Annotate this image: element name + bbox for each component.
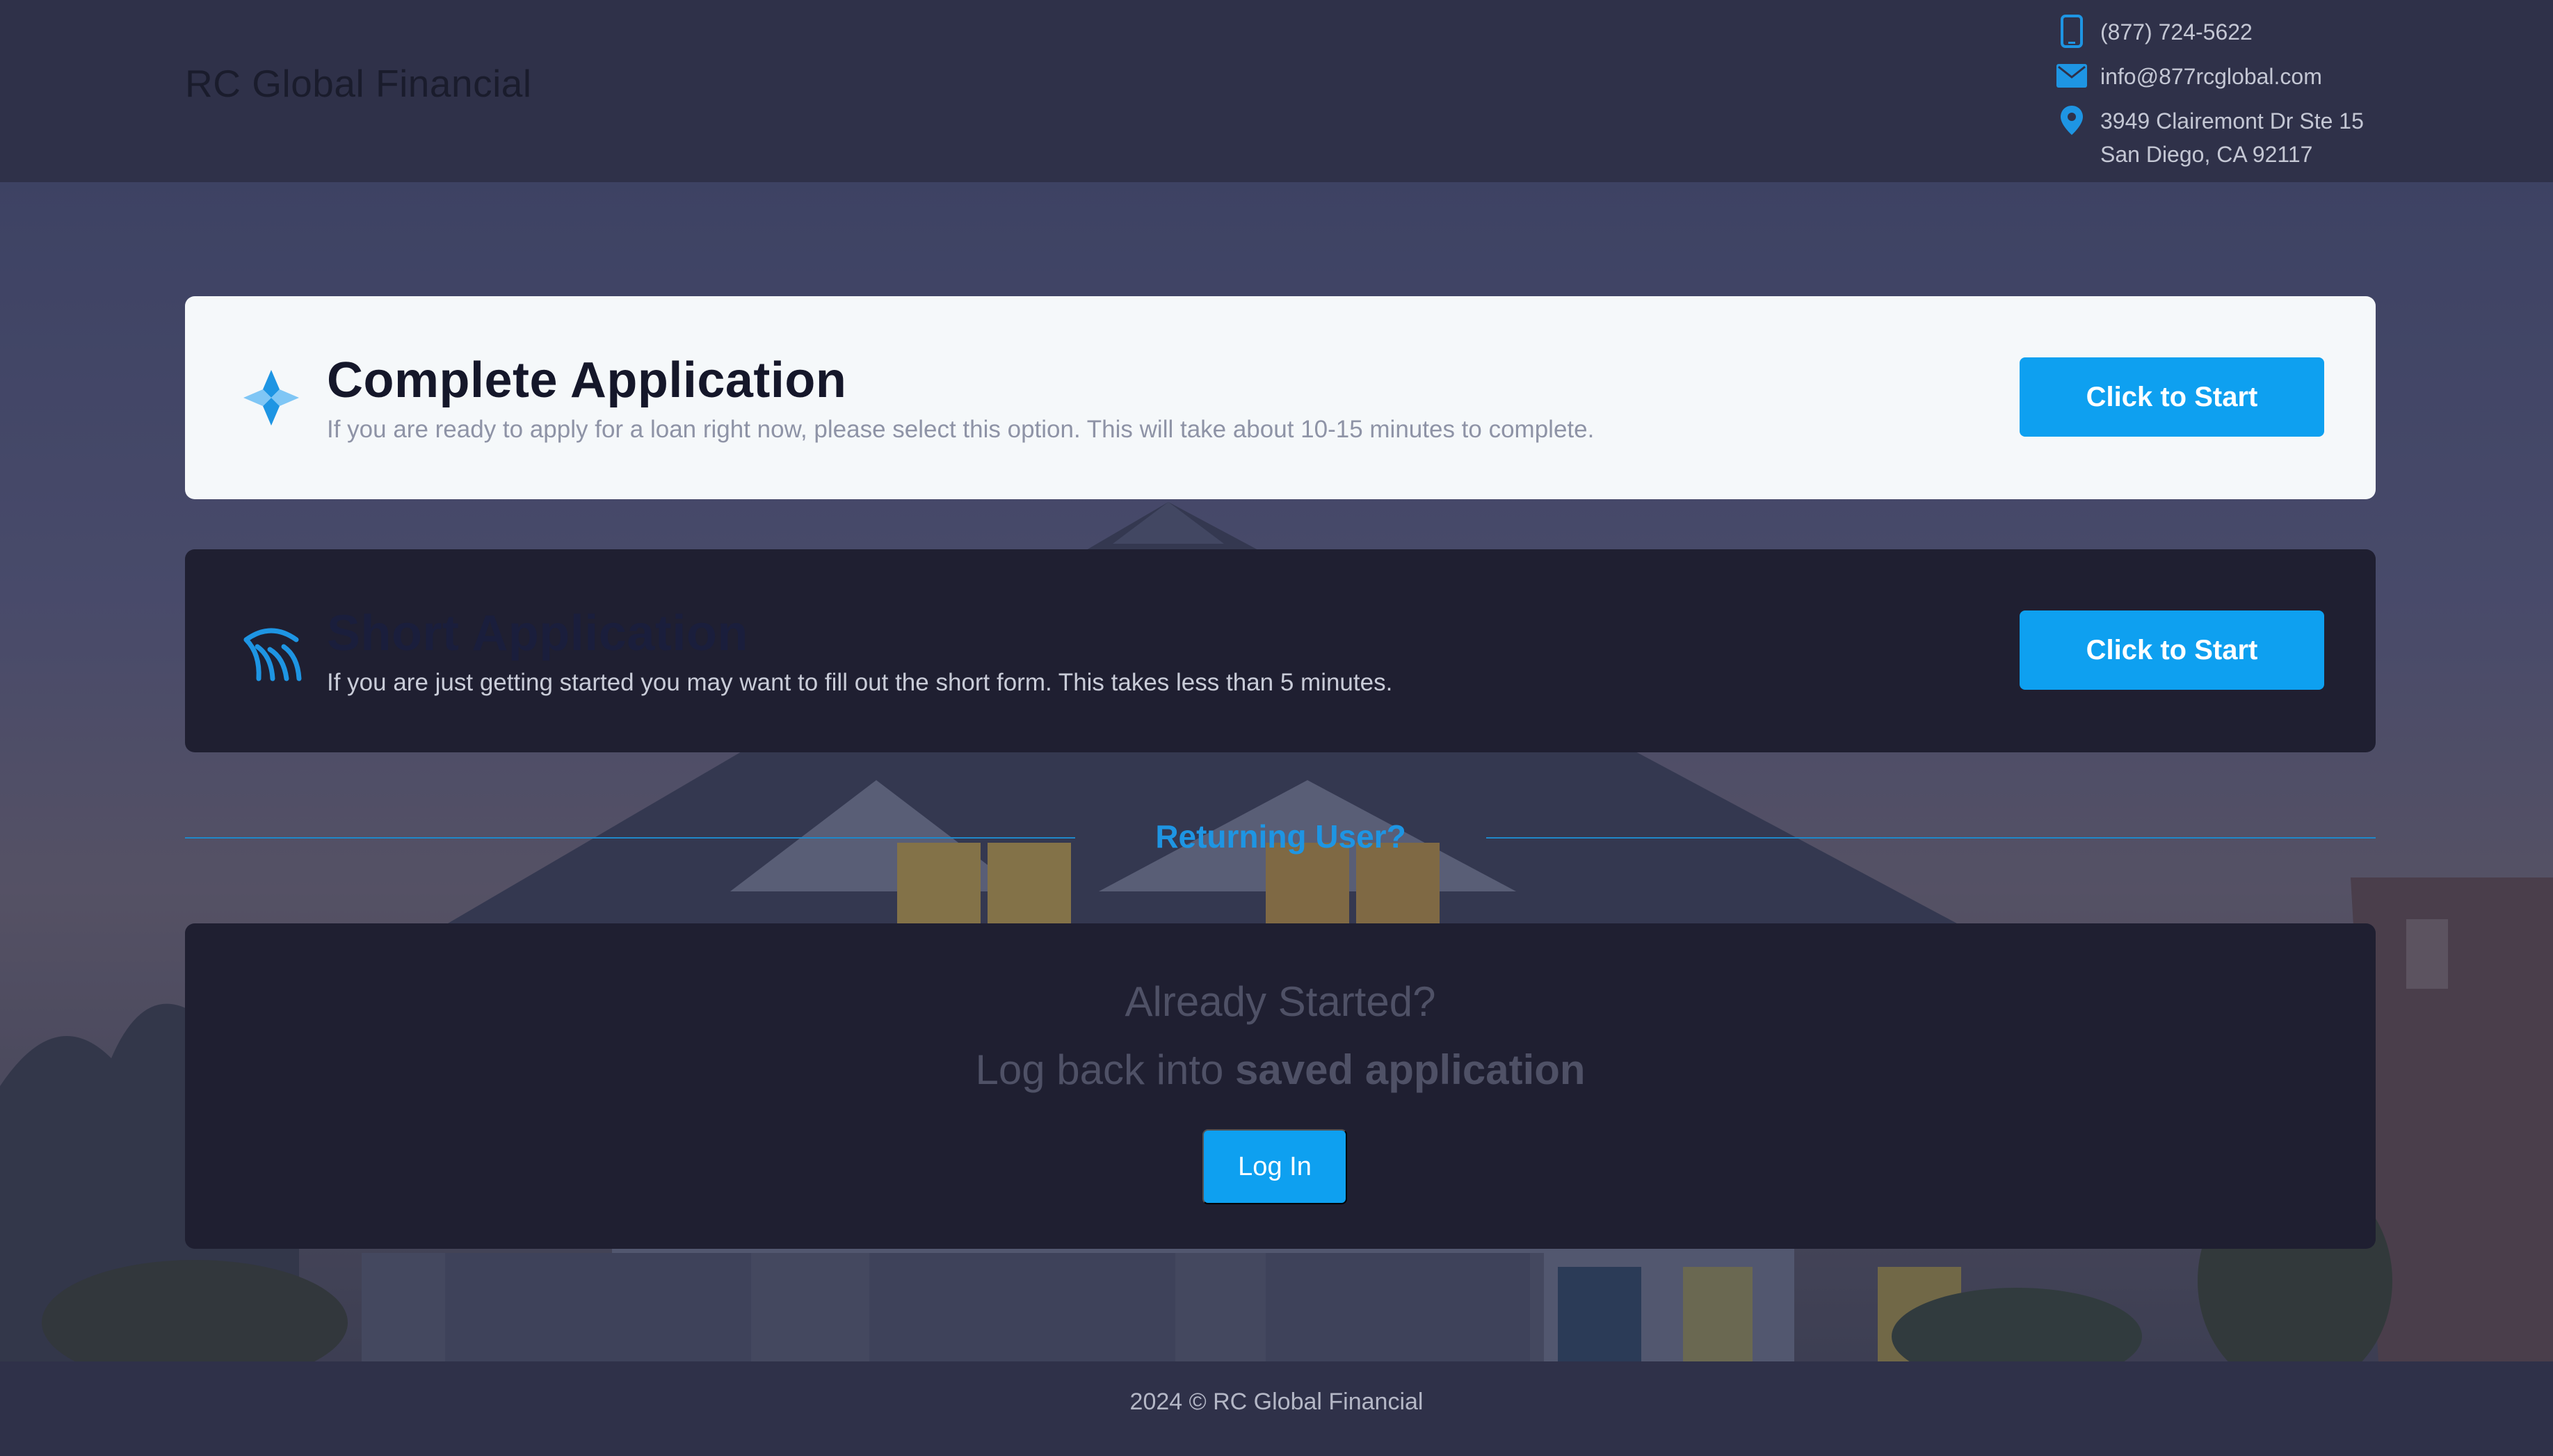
log-back-text: Log back into saved application: [975, 1046, 1586, 1093]
contact-address: 3949 Clairemont Dr Ste 15 San Diego, CA …: [2056, 104, 2364, 171]
short-application-title: Short Application: [327, 606, 748, 661]
complete-application-start-button[interactable]: Click to Start: [2020, 357, 2324, 437]
phone-icon: [2056, 15, 2088, 48]
login-button[interactable]: Log In: [1202, 1129, 1347, 1204]
phone-number[interactable]: (877) 724-5622: [2100, 15, 2253, 49]
contact-info: (877) 724-5622 info@877rcglobal.com 3949…: [2056, 15, 2364, 182]
short-application-description: If you are just getting started you may …: [327, 669, 1393, 696]
brand-title[interactable]: RC Global Financial: [185, 61, 532, 106]
divider-left: [185, 837, 1075, 839]
short-application-card: Short Application If you are just gettin…: [185, 549, 2376, 752]
pinwheel-icon: [239, 366, 303, 430]
contact-phone[interactable]: (877) 724-5622: [2056, 15, 2364, 49]
returning-user-heading: Returning User?: [1155, 818, 1406, 855]
login-panel: Already Started? Log back into saved app…: [185, 923, 2376, 1249]
site-header: RC Global Financial (877) 724-5622 info@…: [0, 0, 2553, 182]
mail-icon: [2056, 60, 2088, 92]
complete-application-description: If you are ready to apply for a loan rig…: [327, 416, 1595, 443]
location-pin-icon: [2056, 104, 2088, 136]
complete-application-card: Complete Application If you are ready to…: [185, 296, 2376, 499]
divider-right: [1486, 837, 2376, 839]
short-application-start-button[interactable]: Click to Start: [2020, 610, 2324, 690]
address-line-2: San Diego, CA 92117: [2100, 142, 2313, 167]
contact-email[interactable]: info@877rcglobal.com: [2056, 60, 2364, 93]
already-started-text: Already Started?: [1125, 978, 1436, 1025]
wheat-arcs-icon: [239, 619, 303, 683]
footer-copyright: 2024 © RC Global Financial: [1129, 1389, 1424, 1415]
address-line-1: 3949 Clairemont Dr Ste 15: [2100, 108, 2364, 134]
saved-application-text: saved application: [1235, 1046, 1586, 1093]
site-footer: 2024 © RC Global Financial: [0, 1361, 2553, 1456]
email-address[interactable]: info@877rcglobal.com: [2100, 60, 2322, 93]
complete-application-title: Complete Application: [327, 353, 847, 408]
